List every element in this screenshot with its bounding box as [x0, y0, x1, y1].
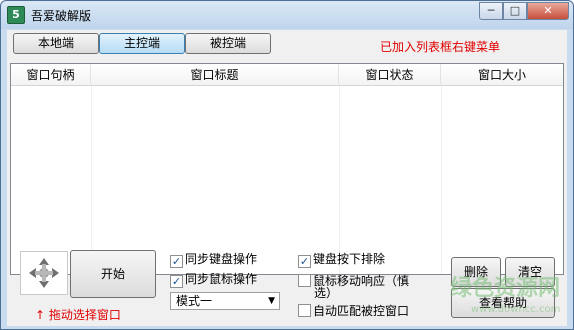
column-window-size[interactable]: 窗口大小	[441, 64, 563, 86]
dropdown-arrow-icon: ▼	[268, 296, 275, 306]
mouse-move-response-label-continued: 选）	[314, 286, 339, 300]
title-bar[interactable]: 5 吾爱破解版 ─ □ ✕	[1, 1, 573, 29]
key-down-exclude-label: 键盘按下排除	[313, 252, 386, 266]
app-logo-icon: 5	[7, 6, 25, 24]
grid-line	[91, 86, 92, 274]
main-window: 5 吾爱破解版 ─ □ ✕ 本地端 主控端 被控端 已加入列表框右键菜单 窗口句…	[0, 0, 574, 330]
maximize-button[interactable]: □	[503, 2, 527, 20]
grid-line	[339, 86, 340, 274]
sync-keyboard-label: 同步键盘操作	[185, 252, 258, 266]
window-list[interactable]: 窗口句柄 窗口标题 窗口状态 窗口大小	[10, 63, 564, 275]
close-button[interactable]: ✕	[527, 2, 569, 20]
four-way-arrow-icon	[29, 258, 59, 288]
column-window-state[interactable]: 窗口状态	[339, 64, 441, 86]
list-header: 窗口句柄 窗口标题 窗口状态 窗口大小	[11, 64, 563, 86]
auto-match-option[interactable]: 自动匹配被控窗口	[298, 304, 409, 318]
mode-select[interactable]: 模式一 ▼	[170, 292, 280, 310]
key-down-exclude-option[interactable]: ✓ 键盘按下排除	[298, 252, 385, 268]
auto-match-checkbox[interactable]	[298, 304, 311, 317]
mouse-move-response-checkbox[interactable]	[298, 274, 311, 287]
column-window-handle[interactable]: 窗口句柄	[11, 64, 91, 86]
key-down-exclude-checkbox[interactable]: ✓	[298, 255, 311, 268]
tab-local[interactable]: 本地端	[13, 33, 99, 54]
sync-mouse-option[interactable]: ✓ 同步鼠标操作	[170, 272, 257, 288]
watermark-url: www.downcc.com	[471, 304, 561, 315]
drag-select-hint: ↑ 拖动选择窗口	[35, 308, 121, 322]
window-title: 吾爱破解版	[31, 9, 92, 23]
grid-line	[441, 86, 442, 274]
minimize-button[interactable]: ─	[479, 2, 503, 20]
sync-mouse-label: 同步鼠标操作	[185, 272, 258, 286]
column-window-title[interactable]: 窗口标题	[91, 64, 339, 86]
sync-mouse-checkbox[interactable]: ✓	[170, 275, 183, 288]
start-button[interactable]: 开始	[70, 250, 156, 298]
tab-controller[interactable]: 主控端	[99, 33, 185, 54]
drag-target-pad[interactable]	[20, 251, 68, 295]
context-menu-hint: 已加入列表框右键菜单	[380, 40, 501, 54]
sync-keyboard-option[interactable]: ✓ 同步键盘操作	[170, 252, 257, 268]
auto-match-label: 自动匹配被控窗口	[313, 304, 410, 318]
tab-controlled[interactable]: 被控端	[185, 33, 271, 54]
mode-value: 模式一	[176, 294, 213, 308]
sync-keyboard-checkbox[interactable]: ✓	[170, 255, 183, 268]
